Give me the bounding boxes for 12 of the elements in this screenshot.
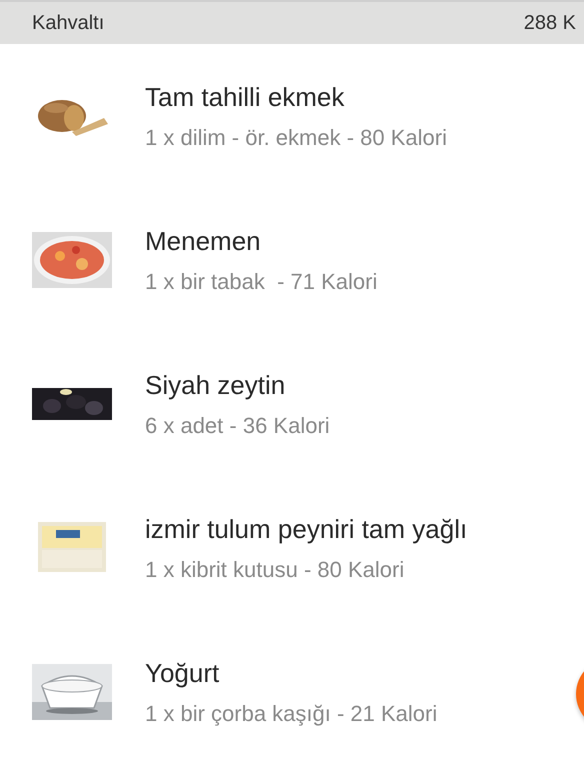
food-name[interactable]: Menemen [145,226,378,256]
food-name[interactable]: izmir tulum peyniri tam yağlı [145,514,468,544]
food-detail: 1 x bir çorba kaşığı - 21 Kalori [145,700,438,726]
food-detail: 1 x bir tabak - 71 Kalori [145,268,378,294]
food-name[interactable]: Siyah zeytin [145,370,330,400]
food-name[interactable]: Yoğurt [145,658,438,688]
section-title: Kahvaltı [32,12,104,34]
food-detail: 6 x adet - 36 Kalori [145,412,330,438]
food-detail: 1 x dilim - ör. ekmek - 80 Kalori [145,124,447,150]
food-name[interactable]: Tam tahilli ekmek [145,82,447,112]
calorie-total: 288 K [524,12,576,34]
food-detail: 1 x kibrit kutusu - 80 Kalori [145,556,406,582]
